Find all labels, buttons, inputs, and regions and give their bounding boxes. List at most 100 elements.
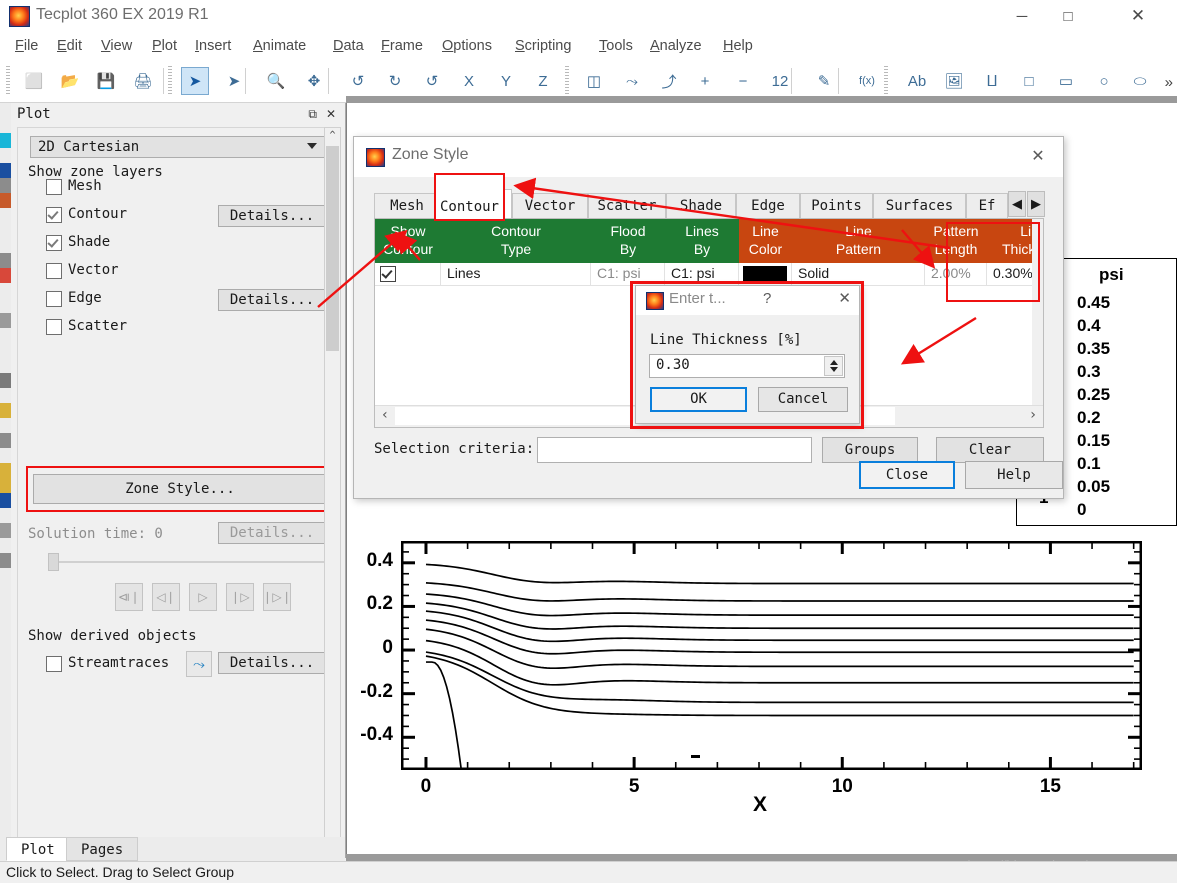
close-button[interactable]: Close (859, 461, 955, 489)
strip-icon[interactable] (0, 658, 11, 673)
scroll-left-icon[interactable]: ‹ (375, 406, 395, 426)
strip-icon[interactable] (0, 358, 11, 373)
cell-line-pattern[interactable]: Solid (792, 263, 925, 285)
strip-icon[interactable] (0, 193, 11, 208)
zone-style-tab-scatter[interactable]: Scatter (588, 193, 666, 219)
strip-icon[interactable] (0, 283, 11, 298)
strip-icon[interactable] (0, 688, 11, 703)
strip-icon[interactable] (0, 778, 11, 793)
strip-icon[interactable] (0, 433, 11, 448)
strip-icon[interactable] (0, 118, 11, 133)
solution-time-slider[interactable] (48, 553, 326, 571)
zone-style-tab-mesh[interactable]: Mesh (374, 193, 440, 219)
selection-criteria-input[interactable] (537, 437, 812, 463)
table-row[interactable]: Lines C1: psi C1: psi Solid 2.00% 0.30% (375, 263, 1043, 286)
scroll-up-icon[interactable]: ^ (325, 128, 340, 144)
zone-style-tab-edge[interactable]: Edge (736, 193, 800, 219)
strip-icon[interactable] (0, 508, 11, 523)
new-file-icon[interactable]: ⬜ (20, 67, 48, 95)
rotate-roller-icon[interactable]: ↺ (344, 67, 372, 95)
strip-icon[interactable] (0, 313, 11, 328)
streamtrace-term-icon[interactable]: ⤴ (655, 67, 683, 95)
menu-item-data[interactable]: Data (326, 36, 371, 56)
strip-icon[interactable] (0, 478, 11, 493)
rotate-twist-icon[interactable]: ↺ (418, 67, 446, 95)
strip-icon[interactable] (0, 523, 11, 538)
column-header-line-color[interactable]: Line Color (739, 219, 792, 263)
menu-item-help[interactable]: Help (716, 36, 760, 56)
menu-item-file[interactable]: File (8, 36, 45, 56)
strip-icon[interactable] (0, 448, 11, 463)
rotate-y-icon[interactable]: Y (492, 67, 520, 95)
menu-item-plot[interactable]: Plot (145, 36, 184, 56)
menu-item-tools[interactable]: Tools (592, 36, 640, 56)
rotate-spherical-icon[interactable]: ↻ (381, 67, 409, 95)
contour-tab-label[interactable]: Contour (436, 199, 503, 215)
column-header-show-contour[interactable]: Show Contour (375, 219, 441, 263)
streamtraces-checkbox[interactable] (46, 656, 62, 672)
strip-icon[interactable] (0, 538, 11, 553)
ok-button[interactable]: OK (650, 387, 747, 412)
spinner-down-icon[interactable] (830, 367, 838, 372)
groups-button[interactable]: Groups (822, 437, 918, 463)
select-arrow-icon[interactable]: ➤ (181, 67, 209, 95)
enter-thickness-dialog[interactable]: Enter t... ? ✕ Line Thickness [%] 0.30 O… (635, 285, 860, 424)
strip-icon[interactable] (0, 403, 11, 418)
menu-item-view[interactable]: View (94, 36, 139, 56)
menu-item-analyze[interactable]: Analyze (643, 36, 709, 56)
strip-icon[interactable] (0, 598, 11, 613)
solution-time-details-button[interactable]: Details... (218, 522, 326, 544)
line-thickness-value[interactable]: 0.30 (656, 357, 690, 373)
close-window-button[interactable]: ✕ (1115, 0, 1161, 32)
image-tool-icon[interactable]: 🖼 (940, 67, 968, 95)
streamtraces-details-button[interactable]: Details... (218, 652, 326, 674)
checkbox-vector[interactable] (46, 263, 62, 279)
cell-line-color[interactable] (739, 263, 792, 285)
cell-flood-by[interactable]: C1: psi (591, 263, 665, 285)
float-panel-icon[interactable]: ⧉ (308, 107, 317, 122)
contour-add-icon[interactable]: + (691, 67, 719, 95)
strip-icon[interactable] (0, 373, 11, 388)
contour-plot[interactable] (401, 541, 1142, 770)
checkbox-mesh[interactable] (46, 179, 62, 195)
strip-icon[interactable] (0, 568, 11, 583)
column-header-flood-by[interactable]: Flood By (591, 219, 665, 263)
zone-style-tab-shade[interactable]: Shade (666, 193, 736, 219)
cell-show-contour[interactable] (375, 263, 441, 285)
column-header-lines-by[interactable]: Lines By (665, 219, 739, 263)
strip-icon[interactable] (0, 673, 11, 688)
rect-tool-icon[interactable]: ▭ (1052, 67, 1080, 95)
toolbar-grip[interactable] (6, 66, 10, 96)
help-button[interactable]: Help (965, 461, 1063, 489)
column-header-pattern-length[interactable]: Pattern Length (925, 219, 987, 263)
menu-item-edit[interactable]: Edit (50, 36, 89, 56)
bottom-tab-pages[interactable]: Pages (66, 837, 139, 861)
cell-pattern-length[interactable]: 2.00% (925, 263, 987, 285)
square-tool-icon[interactable]: □ (1015, 67, 1043, 95)
slider-thumb[interactable] (48, 553, 59, 571)
menu-item-options[interactable]: Options (435, 36, 499, 56)
pan-icon[interactable]: ✥ (300, 67, 328, 95)
cell-contour-type[interactable]: Lines (441, 263, 591, 285)
strip-icon[interactable] (0, 103, 11, 118)
table-vertical-scrollbar[interactable] (1032, 219, 1043, 407)
close-panel-icon[interactable]: ✕ (326, 107, 336, 121)
strip-icon[interactable] (0, 343, 11, 358)
streamtrace-tool-icon[interactable]: ⤳ (186, 651, 212, 677)
clear-button[interactable]: Clear (936, 437, 1044, 463)
zoom-icon[interactable]: 🔍 (262, 67, 290, 95)
strip-icon[interactable] (0, 223, 11, 238)
rotate-x-icon[interactable]: X (455, 67, 483, 95)
line-thickness-spinner[interactable]: 0.30 (649, 354, 845, 378)
tab-scroll-prev-icon[interactable]: ◀ (1008, 191, 1026, 217)
scroll-right-icon[interactable]: › (1023, 406, 1043, 426)
show-contour-checkbox[interactable] (380, 266, 396, 282)
zone-style-tab-ef[interactable]: Ef (966, 193, 1008, 219)
bottom-tab-plot[interactable]: Plot (6, 837, 70, 861)
text-tool-icon[interactable]: Ab (903, 67, 931, 95)
contour-remove-icon[interactable]: − (729, 67, 757, 95)
strip-icon[interactable] (0, 703, 11, 718)
strip-icon[interactable] (0, 718, 11, 733)
play-icon[interactable]: ▷ (189, 583, 217, 611)
strip-icon[interactable] (0, 763, 11, 778)
